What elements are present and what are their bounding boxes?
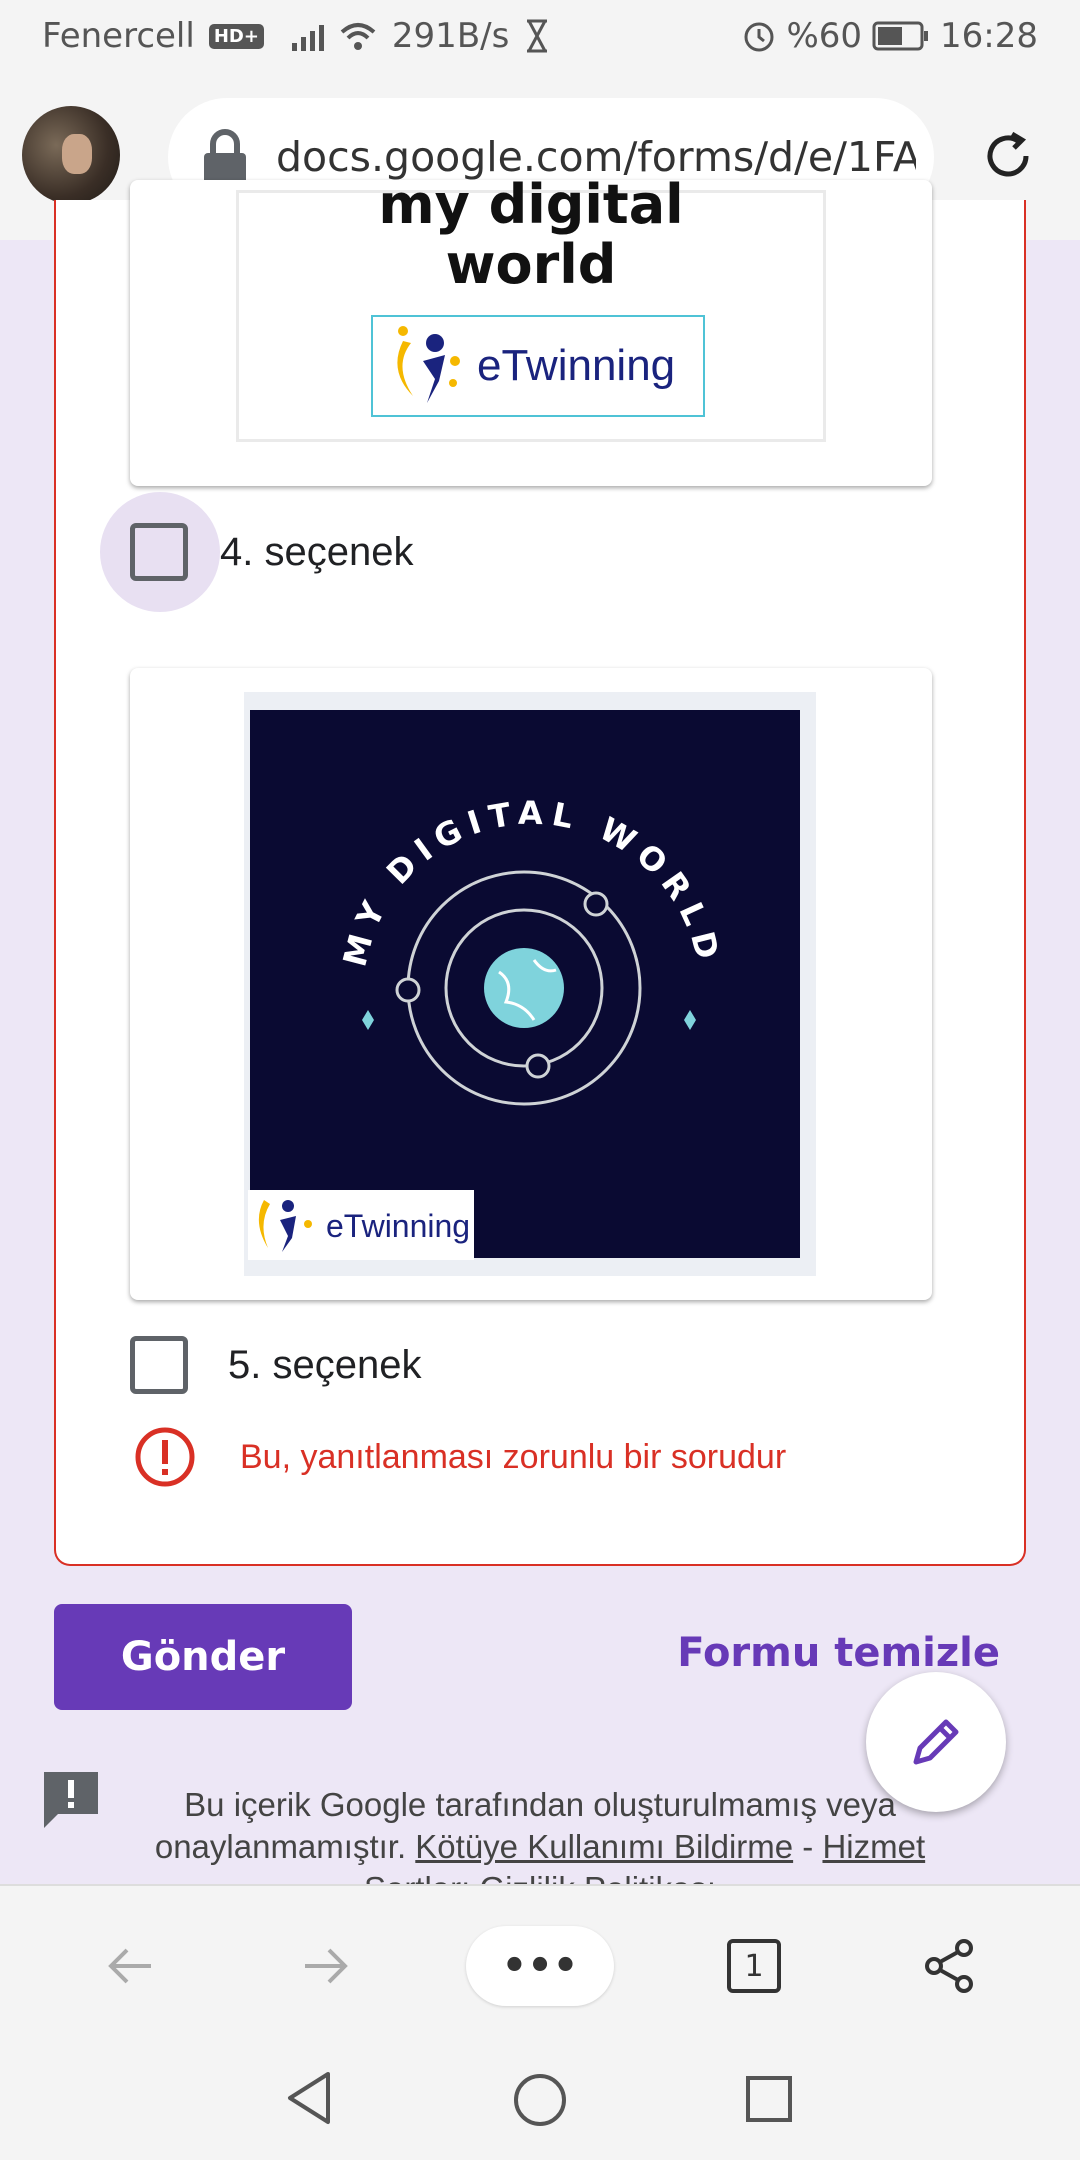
option-4-image: my digital world eTwinning xyxy=(130,175,932,486)
etwinning-figure-icon xyxy=(397,326,460,403)
option-5-checkbox[interactable] xyxy=(130,1336,188,1394)
status-bar: Fenercell HD+ 291B/s %60 16:28 xyxy=(0,0,1080,74)
option-5-label: 5. seçenek xyxy=(228,1342,422,1387)
tabs-button[interactable]: 1 xyxy=(724,1926,784,2006)
footer-separator: - xyxy=(802,1828,814,1865)
option-4[interactable]: 4. seçenek xyxy=(130,523,413,581)
carrier-name: Fenercell xyxy=(42,16,195,56)
error-message: Bu, yanıtlanması zorunlu bir sorudur xyxy=(240,1437,787,1476)
battery-percent: %60 xyxy=(786,16,863,56)
report-abuse-link[interactable]: Kötüye Kullanımı Bildirme xyxy=(415,1828,793,1865)
wifi-icon xyxy=(340,23,376,50)
reload-icon[interactable] xyxy=(978,126,1038,186)
signal-icon xyxy=(291,21,324,51)
etwinning-logo-text: eTwinning xyxy=(477,341,676,390)
avatar[interactable] xyxy=(22,106,120,204)
browser-bottom-bar: ••• 1 xyxy=(0,1884,1080,2042)
etwinning-logo: eTwinning xyxy=(371,315,705,417)
hourglass-icon xyxy=(527,19,548,53)
option-5[interactable]: 5. seçenek xyxy=(130,1336,421,1394)
feedback-icon[interactable] xyxy=(40,1768,102,1830)
share-icon xyxy=(925,1939,973,1993)
system-home-icon[interactable] xyxy=(512,2072,568,2128)
share-button[interactable] xyxy=(920,1926,980,2006)
system-recents-icon[interactable] xyxy=(744,2074,794,2124)
pencil-icon xyxy=(913,1719,959,1765)
system-back-icon[interactable] xyxy=(284,2070,334,2126)
battery-icon xyxy=(872,21,929,51)
error-icon xyxy=(135,1427,195,1487)
question-card: my digital world eTwinning 4. seçenek MY… xyxy=(54,175,1026,1566)
edit-fab[interactable] xyxy=(866,1672,1006,1812)
forward-button[interactable] xyxy=(296,1926,356,2006)
network-speed: 291B/s xyxy=(391,16,510,56)
poster-etwinning-text: eTwinning xyxy=(326,1208,471,1244)
arrow-right-icon xyxy=(305,1948,348,1984)
disclaimer-text: Bu içerik Google tarafından oluşturulmam… xyxy=(100,1784,980,1888)
submit-button[interactable]: Gönder xyxy=(54,1604,352,1710)
back-button[interactable] xyxy=(100,1926,160,2006)
clock: 16:28 xyxy=(940,16,1038,56)
option-4-label: 4. seçenek xyxy=(220,529,414,574)
required-error: Bu, yanıtlanması zorunlu bir sorudur xyxy=(134,1426,786,1488)
option-4-checkbox[interactable] xyxy=(130,523,188,581)
menu-button[interactable]: ••• xyxy=(466,1926,614,2006)
option-5-image: MY DIGITAL WORLD eTwinning xyxy=(130,668,932,1300)
clear-form-button[interactable]: Formu temizle xyxy=(677,1630,1000,1676)
alarm-icon xyxy=(744,22,774,52)
system-nav-bar xyxy=(0,2042,1080,2160)
arrow-left-icon xyxy=(108,1948,151,1984)
tab-count: 1 xyxy=(727,1939,781,1993)
hd-badge: HD+ xyxy=(208,23,264,49)
my-digital-world-poster: MY DIGITAL WORLD xyxy=(248,710,800,1260)
option-4-image-title: my digital world xyxy=(378,173,684,296)
